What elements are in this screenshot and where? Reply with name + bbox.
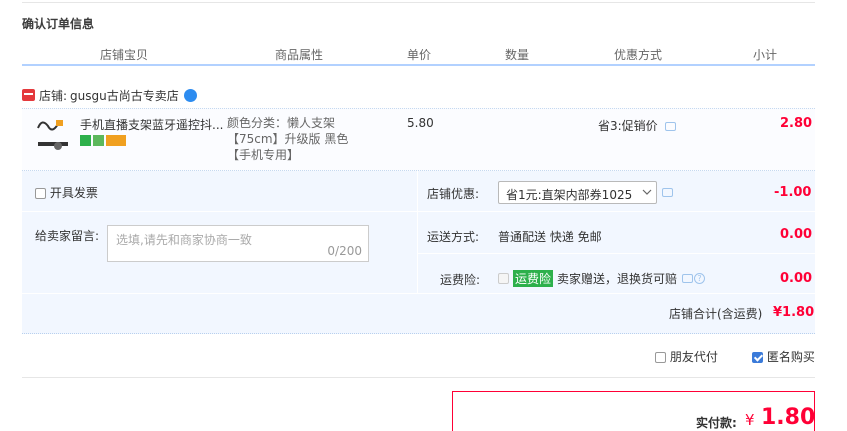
payment-label: 实付款: [696,416,737,430]
product-thumbnail[interactable] [36,116,70,156]
friend-pay-label: 朋友代付 [669,350,718,364]
payment-summary-box: 实付款: ¥ 1.80 [452,391,815,431]
panel-divider-1 [417,211,815,212]
help-icon[interactable]: ? [694,273,706,284]
column-header-row: 店铺宝贝 商品属性 单价 数量 优惠方式 小计 [22,44,815,66]
shop-total-label: 店铺合计(含运费) [669,307,763,321]
col-shop-item: 店铺宝贝 [100,48,149,62]
col-quantity: 数量 [505,48,530,62]
anonymous-option[interactable]: 匿名购买 [752,348,815,365]
anonymous-checkbox[interactable] [752,352,763,363]
payment-currency: ¥ [745,411,755,429]
insurance-label: 运费险: [440,273,481,287]
options-divider [22,377,815,378]
panel-divider-left [22,211,417,212]
shop-discount-amount: -1.00 [774,185,812,200]
chevron-down-icon [642,189,652,195]
panel-divider-bottom [22,293,815,294]
page-title: 确认订单信息 [22,17,95,31]
shop-label: 店铺: [39,88,68,103]
seller-message-input[interactable]: 选填,请先和商家协商一致 0/200 [107,225,369,262]
discount-info-icon[interactable] [664,122,676,131]
shop-discount-value: 省1元:直架内部券1025 [506,188,633,202]
item-price: 5.80 [407,116,434,130]
insurance-amount: 0.00 [780,271,813,286]
shop-icon [22,89,35,101]
item-subtotal: 2.80 [780,116,813,131]
anonymous-label: 匿名购买 [766,350,815,364]
service-badge-icon [93,135,104,146]
insurance-text: 卖家赠送，退换货可赔 [557,272,678,286]
col-price: 单价 [407,48,432,62]
coupon-info-icon[interactable] [662,188,673,197]
message-placeholder: 选填,请先和商家协商一致 [116,233,252,247]
invoice-checkbox[interactable] [35,188,46,199]
invoice-option[interactable]: 开具发票 [35,184,98,201]
friend-pay-checkbox[interactable] [655,352,666,363]
product-name-link[interactable]: 手机直播支架蓝牙遥控抖... [80,116,223,133]
col-subtotal: 小计 [753,48,778,62]
insurance-checkbox [498,273,509,284]
shop-row: 店铺: gusgu古尚古专卖店 [22,86,197,104]
col-discount: 优惠方式 [614,48,663,62]
product-attributes: 颜色分类：懒人支架【75cm】升级版 黑色【手机专用】 [227,116,349,162]
insurance-option: 运费险 卖家赠送，退换货可赔 ? [498,270,706,287]
panel-divider-2 [417,253,815,254]
product-badges [80,135,128,146]
panel-divider-vertical [417,171,418,293]
payment-amount: 1.80 [761,405,816,430]
item-discount: 省3:促销价 [598,117,676,134]
col-attributes: 商品属性 [275,48,324,62]
insurance-tag: 运费险 [513,270,554,287]
wangwang-chat-icon[interactable] [183,88,197,102]
message-label: 给卖家留言: [35,229,100,243]
insurance-info-icon[interactable] [682,274,694,283]
top-divider [22,0,815,3]
shop-discount-label: 店铺优惠: [427,187,480,201]
friend-pay-option[interactable]: 朋友代付 [655,348,718,365]
shipping-label: 运送方式: [427,230,480,244]
shipping-amount: 0.00 [780,227,813,242]
shop-discount-select[interactable]: 省1元:直架内部券1025 [498,181,657,204]
seven-day-return-icon [80,135,91,146]
shop-total-value: ¥1.80 [773,305,815,320]
credit-card-icon [106,135,126,146]
invoice-label: 开具发票 [49,186,98,200]
message-counter: 0/200 [327,244,362,258]
item-discount-text: 省3:促销价 [598,119,658,133]
shop-name-link[interactable]: gusgu古尚古专卖店 [70,87,179,104]
shipping-method: 普通配送 快递 免邮 [498,230,602,244]
